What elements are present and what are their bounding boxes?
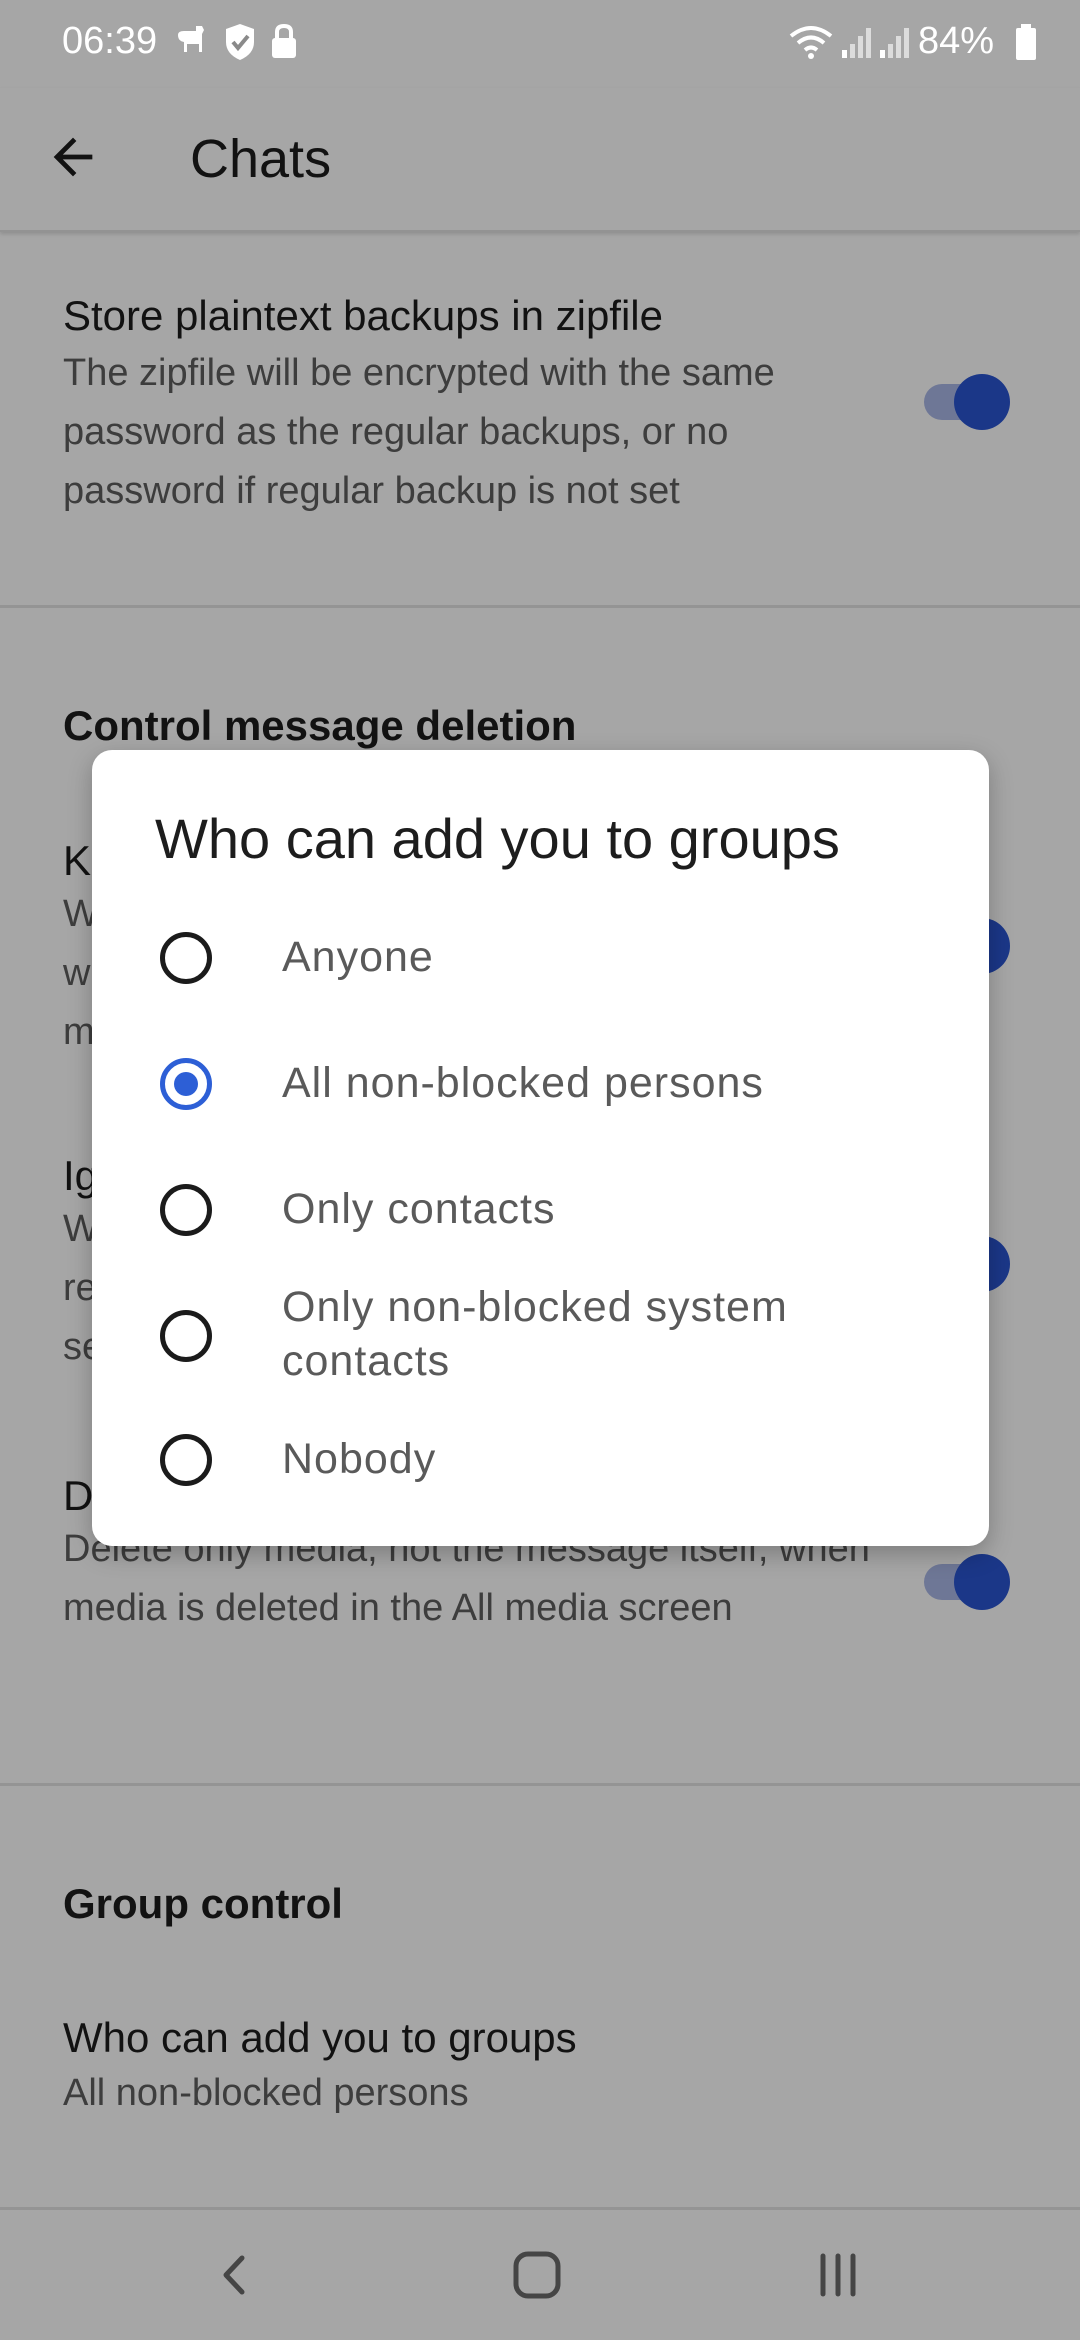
llama-icon [178, 26, 204, 52]
option-only-system-contacts[interactable]: Only non-blocked system contacts [92, 1276, 989, 1402]
lock-icon [272, 23, 296, 58]
option-all-non-blocked[interactable]: All non-blocked persons [92, 1024, 989, 1144]
battery-percent: 84% [917, 20, 994, 62]
shield-icon [226, 24, 254, 60]
battery-icon [1016, 24, 1036, 60]
option-nobody[interactable]: Nobody [92, 1402, 989, 1522]
group-add-dialog: Who can add you to groups Anyone All non… [92, 750, 989, 1546]
radio-button[interactable] [160, 1434, 212, 1486]
screen: Chats Store plaintext backups in zipfile… [0, 0, 1080, 2340]
option-label: Nobody [282, 1435, 437, 1483]
radio-button[interactable] [160, 932, 212, 984]
radio-button[interactable] [160, 1184, 212, 1236]
option-label: All non-blocked persons [282, 1059, 764, 1107]
option-label: Anyone [282, 933, 434, 981]
option-label: Only non-blocked system contacts [282, 1283, 788, 1385]
signal-icon-1 [842, 28, 871, 58]
dialog-title: Who can add you to groups [155, 807, 840, 870]
status-time: 06:39 [62, 20, 158, 62]
wifi-icon [789, 26, 833, 59]
radio-button-checked[interactable] [160, 1058, 212, 1110]
radio-button[interactable] [160, 1310, 212, 1362]
radio-dot [174, 1072, 198, 1096]
signal-icon-2 [880, 28, 909, 58]
option-only-contacts[interactable]: Only contacts [92, 1150, 989, 1270]
status-bar: 06:39 84% [0, 0, 1080, 88]
option-label: Only contacts [282, 1185, 556, 1233]
option-anyone[interactable]: Anyone [92, 898, 989, 1018]
